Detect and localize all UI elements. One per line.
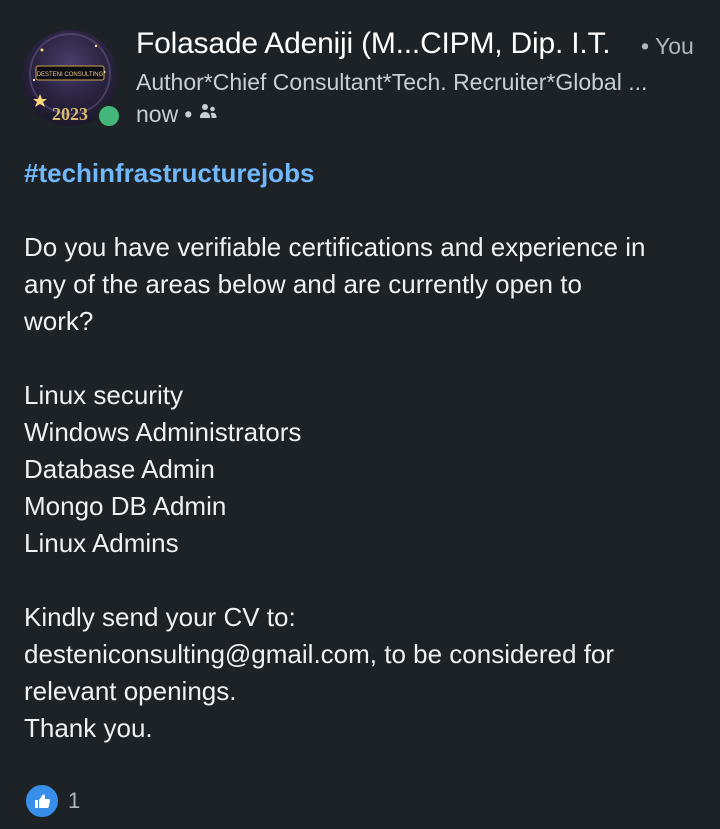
reaction-count: 1 <box>68 788 81 813</box>
hashtag-link[interactable]: #techinfrastructurejobs <box>24 155 314 191</box>
connection-degree: • You <box>641 33 694 59</box>
closing-line: Kindly send your CV to: <box>24 602 296 632</box>
svg-text:2023: 2023 <box>52 104 88 124</box>
intro-line: Do you have verifiable certifications an… <box>24 232 646 262</box>
post-meta: now • <box>136 100 218 128</box>
intro-line: work? <box>24 306 94 336</box>
meta-separator: • <box>184 100 193 127</box>
post-closing: Kindly send your CV to: desteniconsultin… <box>24 599 704 747</box>
connections-icon[interactable] <box>198 101 218 128</box>
online-status-indicator <box>96 103 122 129</box>
post-intro: Do you have verifiable certifications an… <box>24 229 704 340</box>
role-item: Linux security <box>24 380 183 410</box>
role-item: Mongo DB Admin <box>24 491 227 521</box>
intro-line: any of the areas below and are currently… <box>24 269 582 299</box>
reactions-summary[interactable]: 1 <box>24 783 80 819</box>
author-name[interactable]: Folasade Adeniji (M...CIPM, Dip. I.T. <box>136 26 611 62</box>
author-headline[interactable]: Author*Chief Consultant*Tech. Recruiter*… <box>136 68 647 96</box>
post-time: now <box>136 100 179 127</box>
role-item: Windows Administrators <box>24 417 302 447</box>
closing-line: Thank you. <box>24 713 153 743</box>
like-icon <box>24 783 60 819</box>
feed-post: DESTENI CONSULTING 2023 Folasade Adeniji… <box>0 0 720 829</box>
svg-text:DESTENI CONSULTING: DESTENI CONSULTING <box>37 72 104 78</box>
roles-list: Linux security Windows Administrators Da… <box>24 377 704 562</box>
role-item: Linux Admins <box>24 528 179 558</box>
role-item: Database Admin <box>24 454 215 484</box>
closing-line: desteniconsulting@gmail.com, to be consi… <box>24 639 615 669</box>
closing-line: relevant openings. <box>24 676 237 706</box>
